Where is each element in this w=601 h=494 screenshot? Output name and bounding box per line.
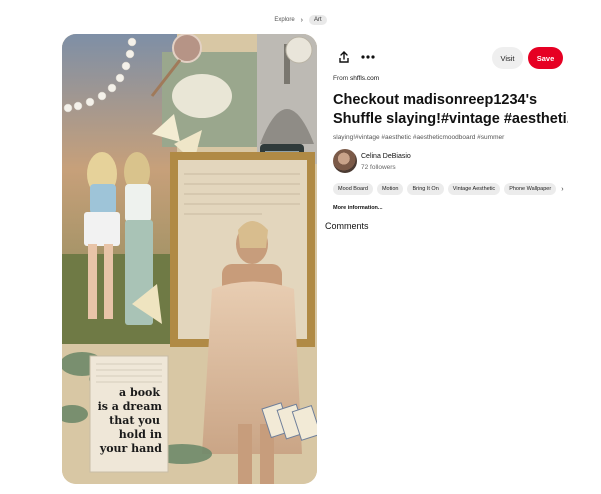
pin-source: From shffls.com [333,75,379,82]
chevron-right-icon: › [300,16,303,24]
collage-text-5: your hand [99,442,162,455]
breadcrumb-explore[interactable]: Explore [274,17,294,23]
tag-phone-wallpaper[interactable]: Phone Wallpaper [504,183,557,195]
avatar[interactable] [333,149,357,173]
collage-text-4: hold in [119,428,162,441]
visit-button[interactable]: Visit [492,47,523,69]
tag-motion[interactable]: Motion [376,183,404,195]
pin-title-line-2: Shuffle slaying!#vintage #aestheti... [333,111,568,127]
collage-text-3: that you [109,414,160,427]
source-prefix: From [333,75,349,82]
pin-hashtags: slaying!#vintage #aesthetic #aestheticmo… [333,134,505,141]
tag-mood-board[interactable]: Mood Board [333,183,373,195]
breadcrumb-art[interactable]: Art [309,15,327,25]
save-button[interactable]: Save [528,47,563,69]
comments-heading[interactable]: Comments [325,221,369,231]
creator-name[interactable]: Celina DeBiasio [361,153,411,160]
tag-list: Mood Board Motion Bring It On Vintage Ae… [333,183,564,195]
collage-text-1: a book [119,386,160,399]
more-information-link[interactable]: More information... [333,205,383,211]
chevron-right-icon[interactable]: › [561,186,563,193]
pin-title-line-1: Checkout madisonreep1234's [333,92,538,108]
pin-image[interactable]: a book is a dream that you hold in your … [62,34,317,484]
creator-followers: 72 followers [361,164,396,171]
collage-text-2: is a dream [98,400,163,413]
source-link[interactable]: shffls.com [350,75,379,82]
breadcrumb: Explore › Art [0,15,601,25]
pin-title: Checkout madisonreep1234's Shuffle slayi… [333,91,568,129]
tag-bring-it-on[interactable]: Bring It On [407,183,444,195]
share-icon[interactable] [334,47,354,67]
more-icon[interactable] [358,47,378,67]
tag-vintage-aesthetic[interactable]: Vintage Aesthetic [447,183,501,195]
